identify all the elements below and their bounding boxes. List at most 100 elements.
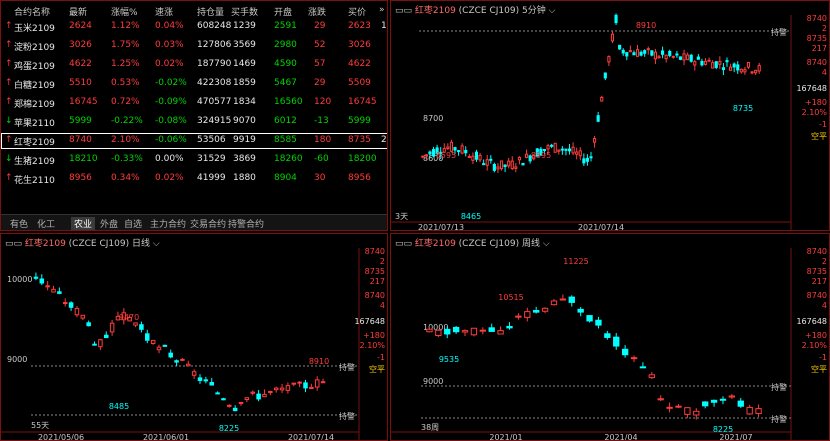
candle-body xyxy=(632,52,636,56)
tab-market-7[interactable]: 持警合约 xyxy=(225,217,267,230)
bars-count-label: 38周 xyxy=(421,423,439,432)
col-header-name[interactable]: 合约名称 xyxy=(14,5,50,18)
price-annotation: 10515 xyxy=(498,293,523,302)
candle-body xyxy=(567,148,572,152)
tab-market-2[interactable]: 农业 xyxy=(71,217,96,230)
quote-cell-oi: 31529 xyxy=(197,154,226,164)
quote-row[interactable]: ↑ 玉米2109 2624 1.12% 0.04% 608248 1239 2591 29 262… xyxy=(1,19,387,35)
quote-row[interactable]: ↑ 淀粉2109 3026 1.75% 0.03% 127806 3569 2980 52 302… xyxy=(1,38,387,54)
candle-body xyxy=(471,155,475,161)
chart-weekly-canvas[interactable]: 87402873521787404167648+1802.10%-1空平1000… xyxy=(391,234,830,441)
candle-body xyxy=(661,50,665,55)
candle-body xyxy=(221,398,226,401)
tab-market-4[interactable]: 自选 xyxy=(121,217,145,230)
quote-row[interactable]: ↑ 鸡蛋2109 4622 1.25% 0.02% 187790 1469 4590 57 462… xyxy=(1,57,387,73)
chart-weekly-panel: ▭▭ 红枣2109 (CZCE CJ109) 周线 ⌵ 8740 2 8735 217… xyxy=(390,233,830,441)
candle-body xyxy=(757,64,761,72)
candle-body xyxy=(560,148,564,151)
side-info-value: 8740 xyxy=(807,291,827,300)
tab-market-1[interactable]: 化工 xyxy=(34,217,58,230)
candle-body xyxy=(729,66,733,71)
candle-body xyxy=(478,154,482,161)
quote-row[interactable]: ↓ 苹果2110 5999 -0.22% -0.08% 324915 9070 6012 -13… xyxy=(1,114,387,130)
candle-body xyxy=(453,147,457,151)
col-header-bid[interactable]: 买价 xyxy=(348,5,366,18)
alert-label: 持警 xyxy=(339,362,355,372)
chart-daily-canvas[interactable]: 87402873521787404167648+1802.10%-1空平1000… xyxy=(1,234,388,441)
candle-body xyxy=(607,56,611,63)
candle-body xyxy=(671,55,675,58)
side-info-value: 167648 xyxy=(796,84,827,93)
tab-market-0[interactable]: 有色 xyxy=(7,217,31,230)
quote-cell-oi: 187790 xyxy=(197,59,232,69)
col-header-open[interactable]: 开盘 xyxy=(274,5,292,18)
more-columns-icon[interactable]: » xyxy=(379,5,385,15)
candle-body xyxy=(521,162,525,166)
quote-row[interactable]: ↑ 白糖2109 5510 0.53% -0.02% 422308 1859 5467 29 55… xyxy=(1,76,387,92)
quote-cell-last: 18210 xyxy=(69,154,98,164)
candle-body xyxy=(514,166,518,169)
candle-body xyxy=(657,398,664,401)
candle-body xyxy=(586,315,593,322)
candle-body xyxy=(262,393,267,398)
col-header-oi[interactable]: 持仓量 xyxy=(197,5,224,18)
candle-body xyxy=(725,60,729,63)
quote-cell-arrow: ↑ xyxy=(5,21,13,31)
quote-cell-chg: 52 xyxy=(314,40,326,50)
side-info-value: 8740 xyxy=(807,58,827,67)
quote-cell-chg: 57 xyxy=(314,59,326,69)
candle-body xyxy=(571,146,575,154)
side-info-value: 2.10% xyxy=(360,341,386,350)
low-annotation: 8485 xyxy=(109,402,129,411)
quote-row[interactable]: ↓ 生猪2109 18210 -0.33% 0.00% 31529 3869 18260 -60… xyxy=(1,152,387,168)
candle-body xyxy=(470,327,478,336)
quote-header-row: 合约名称 最新 涨幅% 速涨 持仓量 买手数 开盘 涨跌 买价 » xyxy=(1,3,387,19)
col-header-last[interactable]: 最新 xyxy=(69,5,87,18)
col-header-speed[interactable]: 速涨 xyxy=(155,5,173,18)
candle-body xyxy=(227,404,232,407)
candle-body xyxy=(168,352,173,358)
quote-row[interactable]: ↑ 花生2110 8956 0.34% 0.02% 41999 1880 8904 30 8956 xyxy=(1,171,387,187)
candle-body xyxy=(541,307,549,312)
date-tick-label: 2021/06/01 xyxy=(143,433,189,441)
candle-body xyxy=(86,322,91,327)
tab-market-6[interactable]: 交易合约 xyxy=(187,217,229,230)
candle-body xyxy=(488,327,495,332)
candle-body xyxy=(578,150,582,157)
candle-body xyxy=(621,49,625,54)
quote-cell-open: 5467 xyxy=(274,78,297,88)
candle-body xyxy=(162,344,168,347)
col-header-chgpct[interactable]: 涨幅% xyxy=(111,5,138,18)
high-annotation: 11225 xyxy=(563,257,588,266)
quote-cell-bid: 3026 xyxy=(348,40,371,50)
side-info-value: -1 xyxy=(819,353,827,362)
quote-cell-arrow: ↑ xyxy=(5,78,13,88)
candle-body xyxy=(209,382,214,386)
col-header-vol[interactable]: 买手数 xyxy=(231,5,258,18)
candle-body xyxy=(435,329,442,336)
tab-market-3[interactable]: 外盘 xyxy=(97,217,121,230)
col-header-chg[interactable]: 涨跌 xyxy=(308,5,326,18)
tab-market-5[interactable]: 主力合约 xyxy=(147,217,189,230)
candle-body xyxy=(180,358,185,361)
candle-body xyxy=(446,146,450,149)
date-tick-label: 2021/07/14 xyxy=(578,223,624,231)
quote-cell-bid: 16745 xyxy=(348,97,377,107)
candle-body xyxy=(553,142,557,153)
candle-body xyxy=(431,149,436,157)
candle-body xyxy=(721,67,725,71)
alert-label: 持警 xyxy=(339,411,355,421)
side-info-value: -1 xyxy=(819,120,827,129)
candle-body xyxy=(746,62,751,68)
candle-body xyxy=(732,63,736,68)
candle-body xyxy=(489,158,493,161)
side-info-value: 8735 xyxy=(365,267,385,276)
side-info-value: 空平 xyxy=(811,364,827,374)
candle-body xyxy=(203,379,209,382)
quote-row[interactable]: ↑ 红枣2109 8740 2.10% -0.06% 53506 9919 8585 180 87… xyxy=(1,133,387,149)
quote-row[interactable]: ↑ 郑棉2109 16745 0.72% -0.09% 470577 1834 16560 12… xyxy=(1,95,387,111)
candle-body xyxy=(614,14,618,24)
candle-body xyxy=(191,371,197,376)
chart-5min-canvas[interactable]: 87402873521787404167648+1802.10%-1空平8700… xyxy=(391,1,830,231)
quote-cell-vol: 1239 xyxy=(233,21,256,31)
